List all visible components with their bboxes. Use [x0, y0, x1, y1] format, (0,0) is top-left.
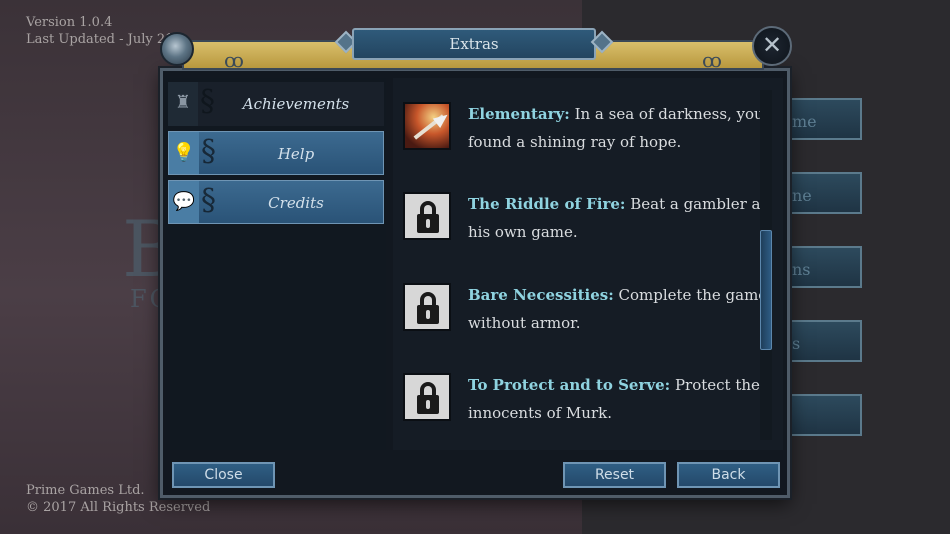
lightbulb-icon: 💡 — [169, 132, 199, 174]
achievement-name: Bare Necessities: — [468, 286, 614, 304]
lock-icon — [403, 283, 451, 331]
tab-achievements-label: Achievements — [242, 95, 350, 113]
scroll-ornament-icon: ꝏ — [224, 48, 244, 72]
dialog-title: Extras — [449, 35, 499, 53]
company-text: Prime Games Ltd. — [26, 483, 145, 498]
achievement-name: The Riddle of Fire: — [468, 195, 626, 213]
close-dialog-button[interactable]: ✕ — [752, 26, 792, 66]
speech-bubbles-icon: 💬 — [169, 181, 199, 223]
achievement-name: To Protect and to Serve: — [468, 376, 671, 394]
menu-button-3[interactable]: ns — [778, 246, 862, 288]
menu-button-4[interactable]: s — [778, 320, 862, 362]
lock-icon — [403, 192, 451, 240]
menu-button-4-label: s — [792, 334, 801, 353]
lock-icon — [403, 373, 451, 421]
back-button[interactable]: Back — [677, 462, 780, 488]
trophy-icon: ♜ — [168, 82, 198, 126]
menu-button-5[interactable] — [778, 394, 862, 436]
copyright-text: © 2017 All Rights Reserved — [26, 500, 211, 515]
menu-button-1[interactable]: me — [778, 98, 862, 140]
tab-achievements[interactable]: ♜ § Achievements — [168, 82, 384, 126]
scroll-ornament-icon: ꝏ — [702, 48, 722, 72]
menu-button-2[interactable]: ne — [778, 172, 862, 214]
menu-button-1-label: me — [792, 112, 817, 131]
last-updated-text: Last Updated - July 21, — [26, 32, 178, 47]
version-text: Version 1.0.4 — [26, 15, 113, 30]
tab-credits[interactable]: 💬 § Credits — [168, 180, 384, 224]
dialog-title-plate: Extras — [334, 22, 614, 66]
achievement-name: Elementary: — [468, 105, 570, 123]
scrollbar-thumb[interactable] — [760, 230, 772, 350]
menu-button-2-label: ne — [792, 186, 812, 205]
spear-icon — [403, 102, 452, 150]
orb-ornament-icon — [160, 32, 194, 66]
menu-button-3-label: ns — [792, 260, 811, 279]
close-button[interactable]: Close — [172, 462, 275, 488]
close-icon: ✕ — [761, 31, 783, 59]
reset-button[interactable]: Reset — [563, 462, 666, 488]
tab-help[interactable]: 💡 § Help — [168, 131, 384, 175]
tab-help-label: Help — [277, 145, 315, 163]
tab-credits-label: Credits — [268, 194, 324, 212]
